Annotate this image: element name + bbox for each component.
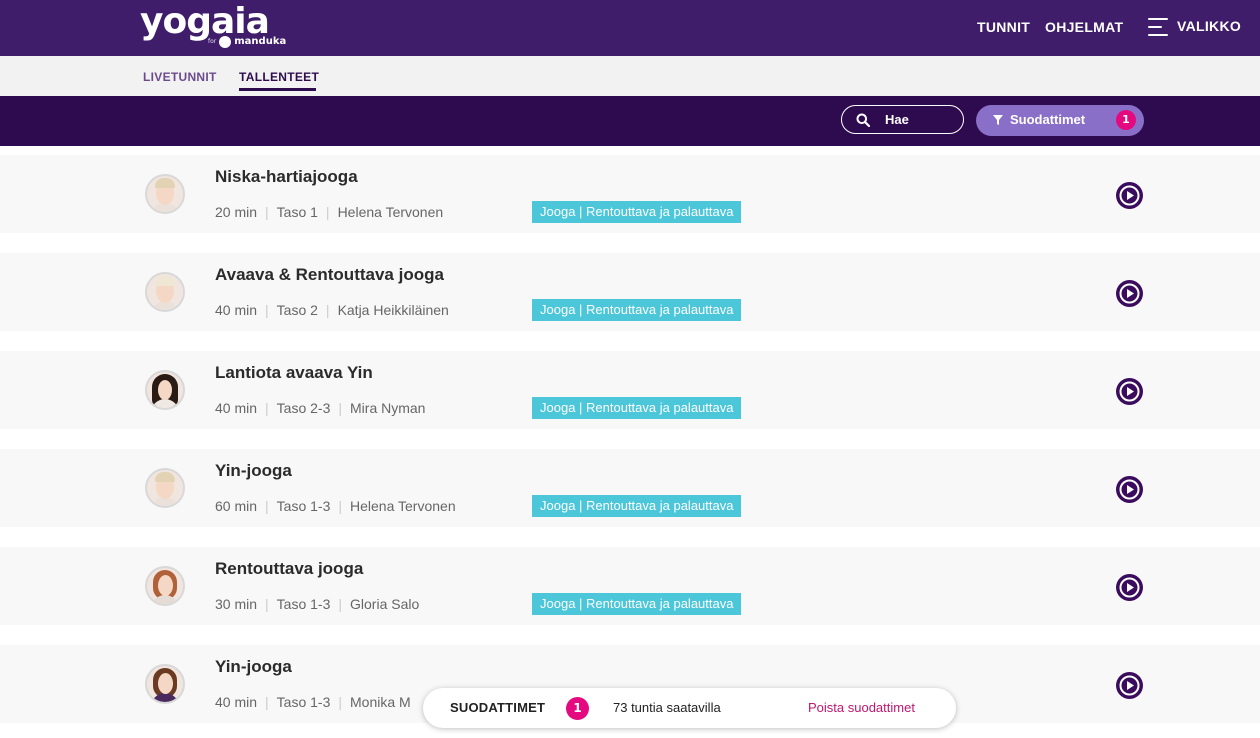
nav-tunnit-link[interactable]: TUNNIT: [977, 19, 1030, 35]
play-icon: [1119, 381, 1140, 402]
class-instructor: Mira Nyman: [350, 400, 426, 416]
active-tab-indicator: [239, 88, 316, 91]
play-icon: [1119, 577, 1140, 598]
class-instructor: Gloria Salo: [350, 596, 420, 612]
class-level: Taso 1-3: [276, 694, 331, 710]
logo-brand-text: manduka: [234, 36, 287, 47]
class-meta: 20 min | Taso 1 | Helena Tervonen: [215, 204, 444, 220]
class-duration: 20 min: [215, 204, 258, 220]
menu-button[interactable]: VALIKKO: [1145, 15, 1241, 39]
play-icon: [1119, 675, 1140, 696]
search-label: Hae: [885, 112, 909, 127]
instructor-avatar: [145, 664, 185, 704]
class-category-tag: Jooga | Rentouttava ja palauttava: [532, 495, 742, 517]
class-duration: 30 min: [215, 596, 258, 612]
class-level: Taso 2-3: [276, 400, 331, 416]
class-level: Taso 1-3: [276, 596, 331, 612]
class-duration: 40 min: [215, 302, 258, 318]
class-level: Taso 1-3: [276, 498, 331, 514]
hamburger-menu-icon: [1145, 15, 1169, 39]
class-meta: 30 min | Taso 1-3 | Gloria Salo: [215, 596, 420, 612]
instructor-avatar: [145, 468, 185, 508]
play-button[interactable]: [1116, 574, 1143, 601]
tab-bar: LIVETUNNIT TALLENTEET: [0, 56, 1260, 96]
class-instructor: Monika M: [350, 694, 411, 710]
play-button[interactable]: [1116, 378, 1143, 405]
class-title[interactable]: Yin-jooga: [215, 461, 292, 481]
class-category-tag: Jooga | Rentouttava ja palauttava: [532, 593, 742, 615]
filters-button[interactable]: Suodattimet 1: [976, 105, 1144, 136]
tab-livetunnit[interactable]: LIVETUNNIT: [143, 70, 217, 84]
class-meta: 40 min | Taso 2-3 | Mira Nyman: [215, 400, 426, 416]
instructor-avatar: [145, 566, 185, 606]
play-button[interactable]: [1116, 476, 1143, 503]
class-title[interactable]: Lantiota avaava Yin: [215, 363, 373, 383]
play-button[interactable]: [1116, 672, 1143, 699]
filters-label: Suodattimet: [1010, 112, 1086, 127]
clear-filters-link[interactable]: Poista suodattimet: [808, 700, 915, 715]
play-icon: [1119, 283, 1140, 304]
class-title[interactable]: Avaava & Rentouttava jooga: [215, 265, 444, 285]
instructor-avatar: [145, 370, 185, 410]
class-title[interactable]: Rentouttava jooga: [215, 559, 363, 579]
available-classes-count: 73 tuntia saatavilla: [613, 700, 721, 715]
class-row[interactable]: Rentouttava jooga 30 min | Taso 1-3 | Gloria…: [0, 547, 1260, 625]
nav-ohjelmat-link[interactable]: OHJELMAT: [1045, 19, 1123, 35]
instructor-avatar: [145, 174, 185, 214]
class-instructor: Helena Tervonen: [337, 204, 444, 220]
search-filter-bar: Hae Suodattimet 1: [0, 96, 1260, 146]
play-icon: [1119, 185, 1140, 206]
class-category-tag: Jooga | Rentouttava ja palauttava: [532, 397, 742, 419]
class-instructor: Katja Heikkiläinen: [337, 302, 449, 318]
class-meta: 40 min | Taso 1-3 | Monika M: [215, 694, 411, 710]
class-row[interactable]: Avaava & Rentouttava jooga 40 min | Taso 2…: [0, 253, 1260, 331]
manduka-logo-icon: [219, 36, 232, 48]
class-row[interactable]: Niska-hartiajooga 20 min | Taso 1 | Helena T…: [0, 155, 1260, 233]
top-navigation-bar: yogaia for manduka TUNNIT OHJELMAT VALIK…: [0, 0, 1260, 56]
class-category-tag: Jooga | Rentouttava ja palauttava: [532, 299, 742, 321]
active-filters-bar: SUODATTIMET 1 73 tuntia saatavilla Poist…: [423, 688, 956, 728]
class-level: Taso 2: [276, 302, 318, 318]
search-icon: [856, 113, 870, 127]
class-category-tag: Jooga | Rentouttava ja palauttava: [532, 201, 742, 223]
play-button[interactable]: [1116, 182, 1143, 209]
class-duration: 40 min: [215, 400, 258, 416]
instructor-avatar: [145, 272, 185, 312]
play-icon: [1119, 479, 1140, 500]
filters-bar-label: SUODATTIMET: [450, 700, 546, 715]
menu-label: VALIKKO: [1177, 18, 1242, 34]
logo-subbrand: for manduka: [208, 36, 286, 48]
class-duration: 60 min: [215, 498, 258, 514]
class-meta: 40 min | Taso 2 | Katja Heikkiläinen: [215, 302, 449, 318]
filters-bar-count-badge: 1: [566, 697, 589, 720]
class-meta: 60 min | Taso 1-3 | Helena Tervonen: [215, 498, 456, 514]
class-title[interactable]: Yin-jooga: [215, 657, 292, 677]
search-button[interactable]: Hae: [841, 105, 964, 134]
tab-tallenteet[interactable]: TALLENTEET: [239, 70, 319, 84]
funnel-icon: [993, 115, 1003, 125]
class-title[interactable]: Niska-hartiajooga: [215, 167, 358, 187]
filter-count-badge: 1: [1116, 110, 1136, 130]
play-button[interactable]: [1116, 280, 1143, 307]
class-instructor: Helena Tervonen: [350, 498, 456, 514]
class-row[interactable]: Yin-jooga 60 min | Taso 1-3 | Helena Tervone…: [0, 449, 1260, 527]
class-row[interactable]: Lantiota avaava Yin 40 min | Taso 2-3 | Mira…: [0, 351, 1260, 429]
logo-for-text: for: [208, 38, 217, 45]
class-duration: 40 min: [215, 694, 258, 710]
class-level: Taso 1: [276, 204, 318, 220]
